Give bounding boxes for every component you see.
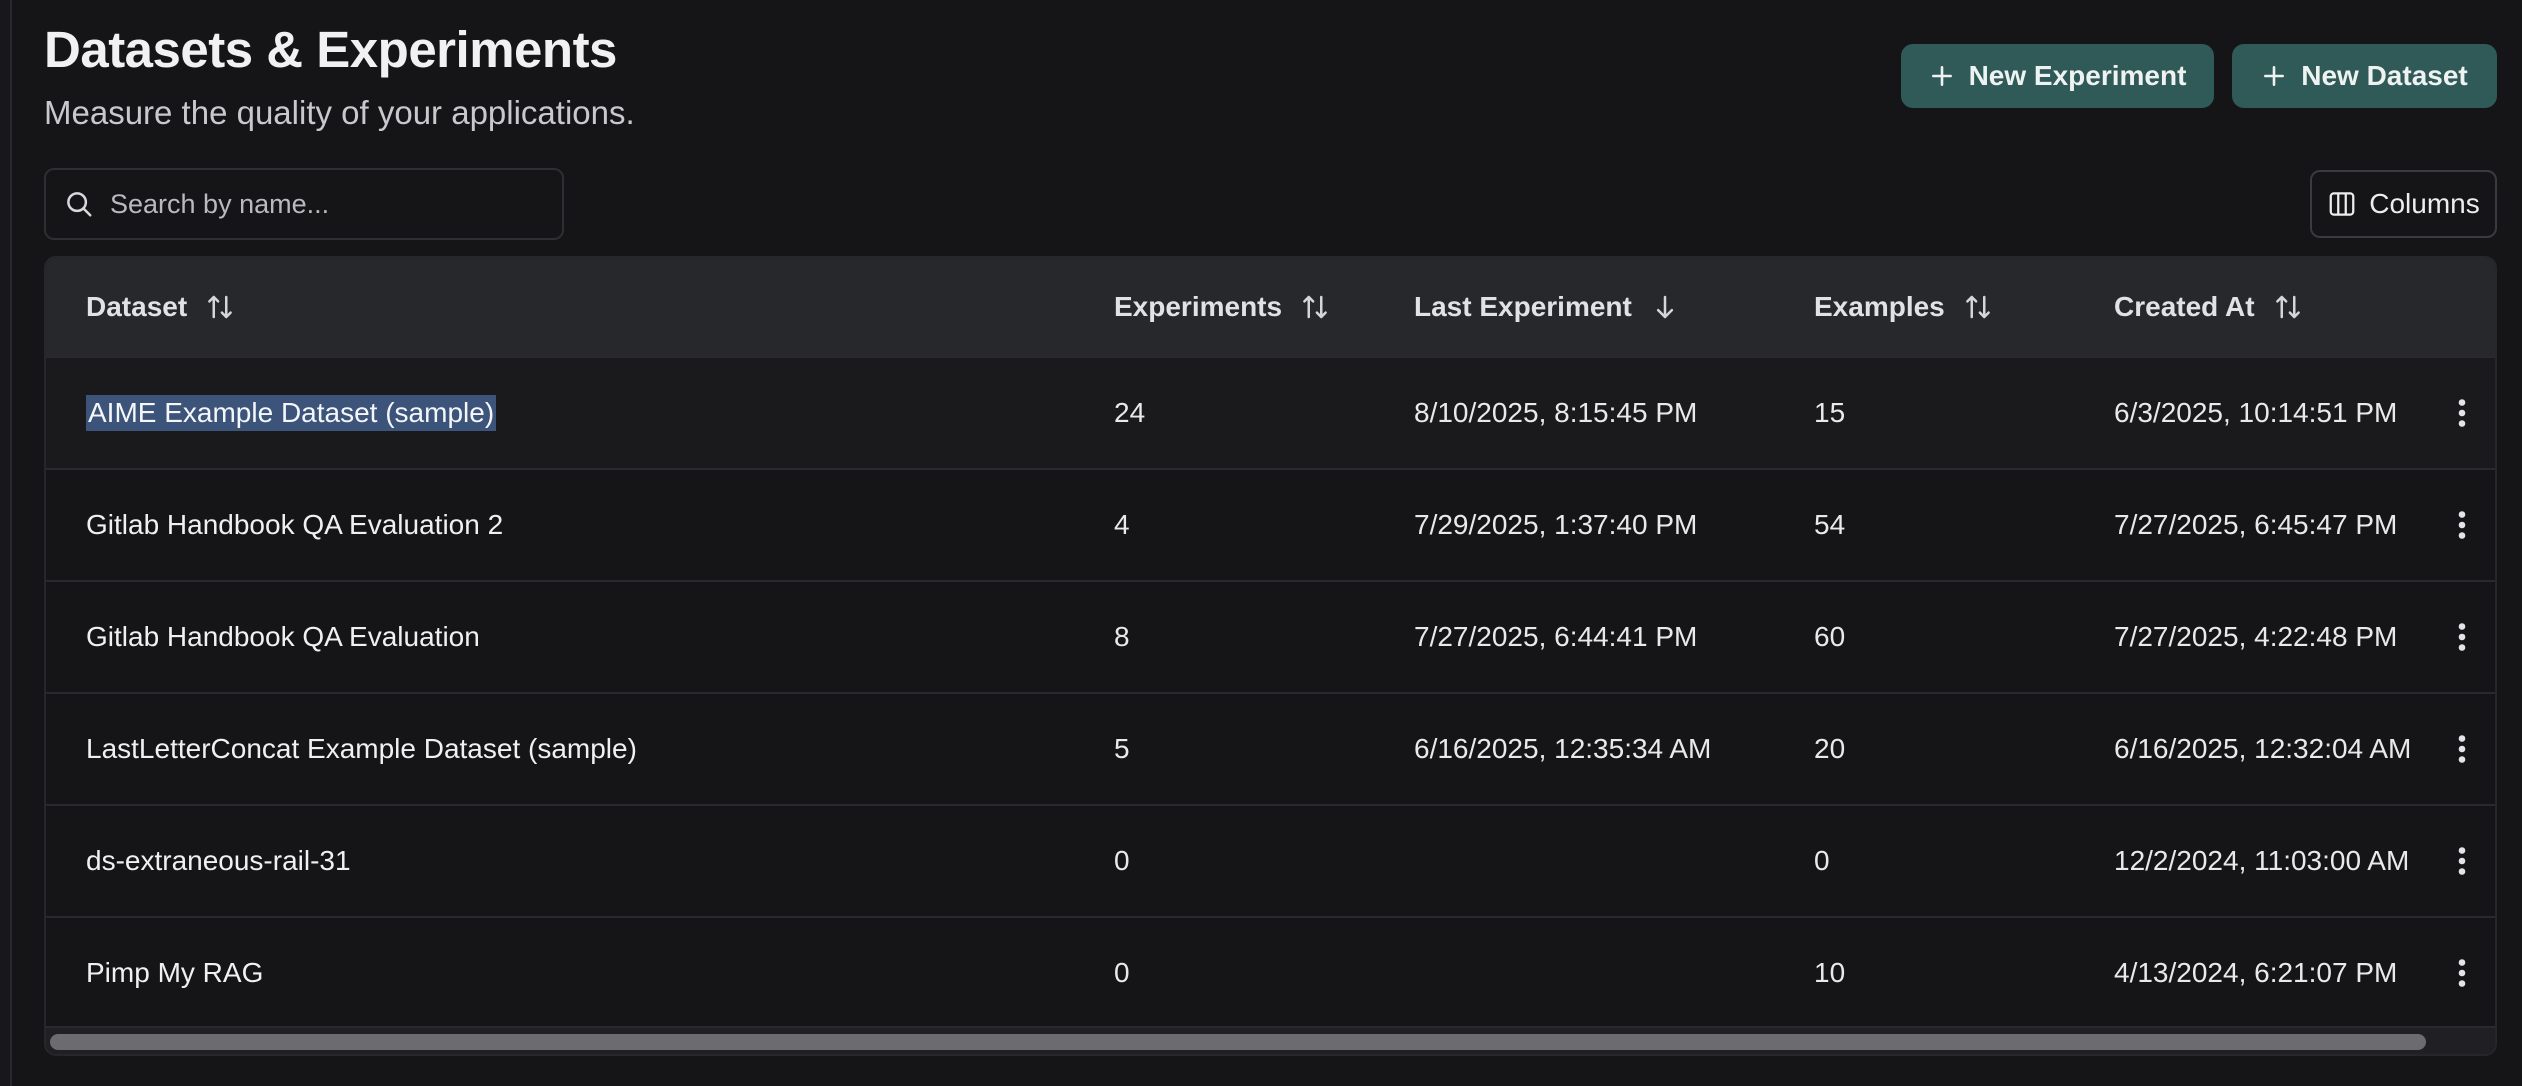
columns-label: Columns: [2369, 188, 2480, 219]
cell-experiments: 8: [1114, 621, 1130, 652]
cell-dataset[interactable]: Pimp My RAG: [86, 918, 263, 1028]
column-header-created-at[interactable]: Created At: [2114, 258, 2303, 356]
table-row[interactable]: Gitlab Handbook QA Evaluation 2 4 7/29/2…: [46, 468, 2495, 580]
sort-both-icon: [2275, 295, 2300, 319]
column-header-examples[interactable]: Examples: [1814, 258, 1993, 356]
cell-created-at: 6/3/2025, 10:14:51 PM: [2114, 397, 2398, 428]
table-row[interactable]: Gitlab Handbook QA Evaluation 8 7/27/202…: [46, 580, 2495, 692]
row-actions-button[interactable]: [2442, 918, 2482, 1028]
cell-created-at: 4/13/2024, 6:21:07 PM: [2114, 957, 2398, 988]
sort-both-icon: [1303, 295, 1327, 319]
sort-both-icon: [1965, 295, 1990, 319]
kebab-menu-icon: [2458, 959, 2466, 987]
cell-last-experiment: 7/27/2025, 6:44:41 PM: [1414, 621, 1698, 652]
table-row[interactable]: ds-extraneous-rail-31 0 0 12/2/2024, 11:…: [46, 804, 2495, 916]
cell-dataset[interactable]: ds-extraneous-rail-31: [86, 806, 351, 916]
cell-examples: 15: [1814, 397, 1846, 428]
sort-both-icon: [208, 295, 233, 319]
new-dataset-label: New Dataset: [2301, 60, 2468, 91]
search-box[interactable]: [44, 168, 564, 240]
cell-examples: 54: [1814, 509, 1846, 540]
cell-experiments: 0: [1114, 845, 1130, 876]
cell-created-at: 7/27/2025, 4:22:48 PM: [2114, 621, 2398, 652]
row-actions-button[interactable]: [2442, 806, 2482, 916]
row-actions-button[interactable]: [2442, 470, 2482, 580]
scrollbar-thumb[interactable]: [50, 1034, 2426, 1050]
column-header-label: Experiments: [1114, 291, 1283, 322]
dataset-name[interactable]: AIME Example Dataset (sample): [86, 395, 497, 431]
cell-dataset[interactable]: LastLetterConcat Example Dataset (sample…: [86, 694, 637, 804]
cell-dataset[interactable]: Gitlab Handbook QA Evaluation: [86, 582, 480, 692]
cell-last-experiment: 8/10/2025, 8:15:45 PM: [1414, 397, 1698, 428]
column-header-last-experiment[interactable]: Last Experiment: [1414, 258, 1680, 356]
search-icon: [67, 192, 92, 217]
cell-last-experiment: 6/16/2025, 12:35:34 AM: [1414, 733, 1712, 764]
kebab-menu-icon: [2458, 847, 2466, 875]
cell-dataset[interactable]: AIME Example Dataset (sample): [86, 358, 497, 468]
page-subtitle: Measure the quality of your applications…: [44, 94, 635, 131]
kebab-menu-icon: [2458, 399, 2466, 427]
table-row[interactable]: LastLetterConcat Example Dataset (sample…: [46, 692, 2495, 804]
search-input[interactable]: [110, 188, 530, 220]
datasets-page: Datasets & Experiments Measure the quali…: [44, 0, 2497, 1086]
table-row[interactable]: AIME Example Dataset (sample) 24 8/10/20…: [46, 356, 2495, 468]
kebab-menu-icon: [2458, 511, 2466, 539]
table-row[interactable]: Pimp My RAG 0 10 4/13/2024, 6:21:07 PM: [46, 916, 2495, 1028]
new-experiment-label: New Experiment: [1968, 60, 2187, 91]
cell-experiments: 5: [1114, 733, 1130, 764]
new-dataset-button[interactable]: New Dataset: [2232, 44, 2497, 108]
cell-created-at: 6/16/2025, 12:32:04 AM: [2114, 733, 2412, 764]
plus-icon: [1931, 66, 1952, 86]
cell-created-at: 12/2/2024, 11:03:00 AM: [2114, 845, 2410, 876]
cell-experiments: 24: [1114, 397, 1146, 428]
plus-icon: [2264, 66, 2285, 86]
new-experiment-button[interactable]: New Experiment: [1901, 44, 2214, 108]
kebab-menu-icon: [2458, 623, 2466, 651]
cell-dataset[interactable]: Gitlab Handbook QA Evaluation 2: [86, 470, 503, 580]
cell-experiments: 0: [1114, 957, 1130, 988]
column-header-experiments[interactable]: Experiments: [1114, 258, 1330, 356]
cell-examples: 20: [1814, 733, 1846, 764]
columns-button[interactable]: Columns: [2310, 170, 2497, 238]
row-actions-button[interactable]: [2442, 358, 2482, 468]
cell-examples: 60: [1814, 621, 1846, 652]
row-actions-button[interactable]: [2442, 694, 2482, 804]
sort-desc-icon: [1656, 295, 1673, 319]
datasets-table: Dataset Experiments Last Experiment Exam…: [44, 256, 2497, 1056]
cell-last-experiment: 7/29/2025, 1:37:40 PM: [1414, 509, 1698, 540]
row-actions-button[interactable]: [2442, 582, 2482, 692]
column-header-label: Examples: [1814, 291, 1945, 322]
column-header-label: Created At: [2114, 291, 2255, 322]
cell-experiments: 4: [1114, 509, 1130, 540]
columns-icon: [2329, 192, 2355, 216]
page-title: Datasets & Experiments: [44, 21, 617, 78]
horizontal-scrollbar[interactable]: [46, 1026, 2495, 1054]
kebab-menu-icon: [2458, 735, 2466, 763]
cell-created-at: 7/27/2025, 6:45:47 PM: [2114, 509, 2398, 540]
left-sidebar-edge: [0, 0, 12, 1086]
column-header-label: Dataset: [86, 291, 188, 322]
cell-examples: 0: [1814, 845, 1830, 876]
cell-examples: 10: [1814, 957, 1846, 988]
column-header-label: Last Experiment: [1414, 291, 1632, 322]
column-header-dataset[interactable]: Dataset: [86, 258, 235, 356]
table-header-row: Dataset Experiments Last Experiment Exam…: [46, 258, 2495, 356]
